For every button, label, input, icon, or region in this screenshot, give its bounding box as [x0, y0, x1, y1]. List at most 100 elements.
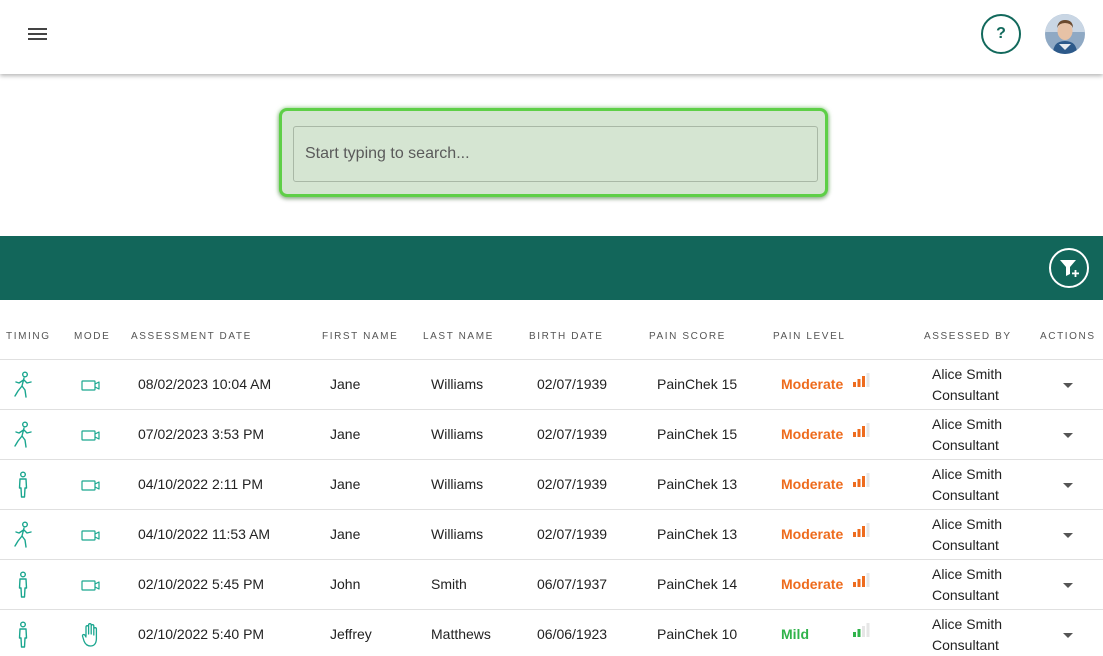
table-toolbar	[0, 236, 1103, 300]
video-camera-icon	[80, 571, 102, 604]
birth-date-cell: 06/07/1937	[537, 576, 608, 592]
assessor-role: Consultant	[932, 537, 999, 553]
table-row[interactable]: 02/10/2022 5:45 PM John Smith 06/07/1937 Pai…	[0, 560, 1103, 610]
first-name-cell: Jane	[330, 426, 361, 442]
table-row[interactable]: 08/02/2023 10:04 AM Jane Williams 02/07/193…	[0, 360, 1103, 410]
assessment-date-cell: 04/10/2022 2:11 PM	[138, 476, 264, 492]
pain-level-bars-icon	[853, 473, 871, 487]
row-actions-dropdown-icon[interactable]	[1060, 579, 1076, 591]
column-header-mode[interactable]: MODE	[74, 331, 110, 342]
hand-icon	[80, 621, 102, 654]
pain-level-bars-icon	[853, 523, 871, 537]
assessment-date-cell: 02/10/2022 5:40 PM	[138, 626, 265, 642]
assessed-by-cell: Alice Smith Consultant	[932, 514, 1002, 556]
assessed-by-cell: Alice Smith Consultant	[932, 414, 1002, 456]
pain-level-bars-icon	[853, 373, 871, 387]
pain-level-bars-icon	[853, 623, 871, 637]
pain-score-cell: PainChek 14	[657, 576, 738, 592]
pain-score-cell: PainChek 13	[657, 476, 738, 492]
pain-score-cell: PainChek 15	[657, 376, 738, 392]
table-row[interactable]: 07/02/2023 3:53 PM Jane Williams 02/07/1939…	[0, 410, 1103, 460]
last-name-cell: Williams	[431, 376, 484, 392]
pain-level-cell: Moderate	[781, 426, 844, 442]
column-header-pain-level[interactable]: PAIN LEVEL	[773, 331, 846, 342]
assessed-by-cell: Alice Smith Consultant	[932, 564, 1002, 606]
first-name-cell: Jane	[330, 526, 361, 542]
video-camera-icon	[80, 471, 102, 504]
search-container	[279, 108, 828, 197]
assessment-date-cell: 08/02/2023 10:04 AM	[138, 376, 272, 392]
user-avatar[interactable]	[1045, 14, 1085, 54]
column-header-pain-score[interactable]: PAIN SCORE	[649, 331, 726, 342]
assessor-name: Alice Smith	[932, 566, 1003, 582]
help-button[interactable]: ?	[981, 14, 1021, 54]
row-actions-dropdown-icon[interactable]	[1060, 529, 1076, 541]
search-input[interactable]	[293, 126, 818, 182]
table-row[interactable]: 04/10/2022 2:11 PM Jane Williams 02/07/1939…	[0, 460, 1103, 510]
person-moving-icon	[12, 371, 34, 404]
column-header-actions[interactable]: ACTIONS	[1040, 331, 1096, 342]
video-camera-icon	[80, 421, 102, 454]
assessment-date-cell: 04/10/2022 11:53 AM	[138, 526, 271, 542]
column-header-birth-date[interactable]: BIRTH DATE	[529, 331, 604, 342]
person-standing-icon	[12, 571, 34, 604]
person-standing-icon	[12, 621, 34, 654]
column-header-assessed-by[interactable]: ASSESSED BY	[924, 331, 1012, 342]
column-header-assessment-date[interactable]: ASSESSMENT DATE	[131, 331, 252, 342]
first-name-cell: Jane	[330, 476, 361, 492]
table-row[interactable]: 04/10/2022 11:53 AM Jane Williams 02/07/193…	[0, 510, 1103, 560]
help-label: ?	[996, 25, 1006, 42]
last-name-cell: Williams	[431, 476, 484, 492]
assessment-date-cell: 02/10/2022 5:45 PM	[138, 576, 265, 592]
pain-level-cell: Moderate	[781, 476, 844, 492]
row-actions-dropdown-icon[interactable]	[1060, 379, 1076, 391]
first-name-cell: Jane	[330, 376, 361, 392]
assessor-name: Alice Smith	[932, 516, 1003, 532]
row-actions-dropdown-icon[interactable]	[1060, 629, 1076, 641]
table-row[interactable]: 02/10/2022 5:40 PM Jeffrey Matthews 06/06/1…	[0, 610, 1103, 656]
video-camera-icon	[80, 521, 102, 554]
column-header-timing[interactable]: TIMING	[6, 331, 51, 342]
birth-date-cell: 02/07/1939	[537, 526, 608, 542]
menu-icon[interactable]	[22, 21, 54, 49]
assessor-name: Alice Smith	[932, 466, 1003, 482]
birth-date-cell: 02/07/1939	[537, 476, 608, 492]
assessments-table: TIMING MODE ASSESSMENT DATE FIRST NAME L…	[0, 300, 1103, 656]
column-header-last-name[interactable]: LAST NAME	[423, 331, 494, 342]
pain-score-cell: PainChek 15	[657, 426, 738, 442]
assessed-by-cell: Alice Smith Consultant	[932, 364, 1002, 406]
last-name-cell: Williams	[431, 426, 484, 442]
pain-score-cell: PainChek 13	[657, 526, 738, 542]
table-header: TIMING MODE ASSESSMENT DATE FIRST NAME L…	[0, 300, 1103, 360]
assessed-by-cell: Alice Smith Consultant	[932, 614, 1002, 656]
assessor-name: Alice Smith	[932, 416, 1003, 432]
assessment-date-cell: 07/02/2023 3:53 PM	[138, 426, 265, 442]
assessor-name: Alice Smith	[932, 366, 1003, 382]
first-name-cell: Jeffrey	[330, 626, 372, 642]
assessed-by-cell: Alice Smith Consultant	[932, 464, 1002, 506]
column-header-first-name[interactable]: FIRST NAME	[322, 331, 398, 342]
pain-level-cell: Mild	[781, 626, 809, 642]
assessor-role: Consultant	[932, 437, 999, 453]
assessor-role: Consultant	[932, 387, 999, 403]
table-body: 08/02/2023 10:04 AM Jane Williams 02/07/193…	[0, 360, 1103, 656]
pain-score-cell: PainChek 10	[657, 626, 738, 642]
assessor-role: Consultant	[932, 487, 999, 503]
last-name-cell: Matthews	[431, 626, 491, 642]
person-moving-icon	[12, 521, 34, 554]
birth-date-cell: 02/07/1939	[537, 426, 608, 442]
birth-date-cell: 02/07/1939	[537, 376, 608, 392]
pain-level-cell: Moderate	[781, 376, 844, 392]
assessor-role: Consultant	[932, 637, 999, 653]
top-app-bar: ?	[0, 0, 1103, 74]
pain-level-bars-icon	[853, 423, 871, 437]
person-standing-icon	[12, 471, 34, 504]
assessor-role: Consultant	[932, 587, 999, 603]
row-actions-dropdown-icon[interactable]	[1060, 479, 1076, 491]
pain-level-cell: Moderate	[781, 526, 844, 542]
birth-date-cell: 06/06/1923	[537, 626, 608, 642]
first-name-cell: John	[330, 576, 361, 592]
pain-level-bars-icon	[853, 573, 871, 587]
row-actions-dropdown-icon[interactable]	[1060, 429, 1076, 441]
filter-add-icon[interactable]	[1049, 248, 1089, 288]
